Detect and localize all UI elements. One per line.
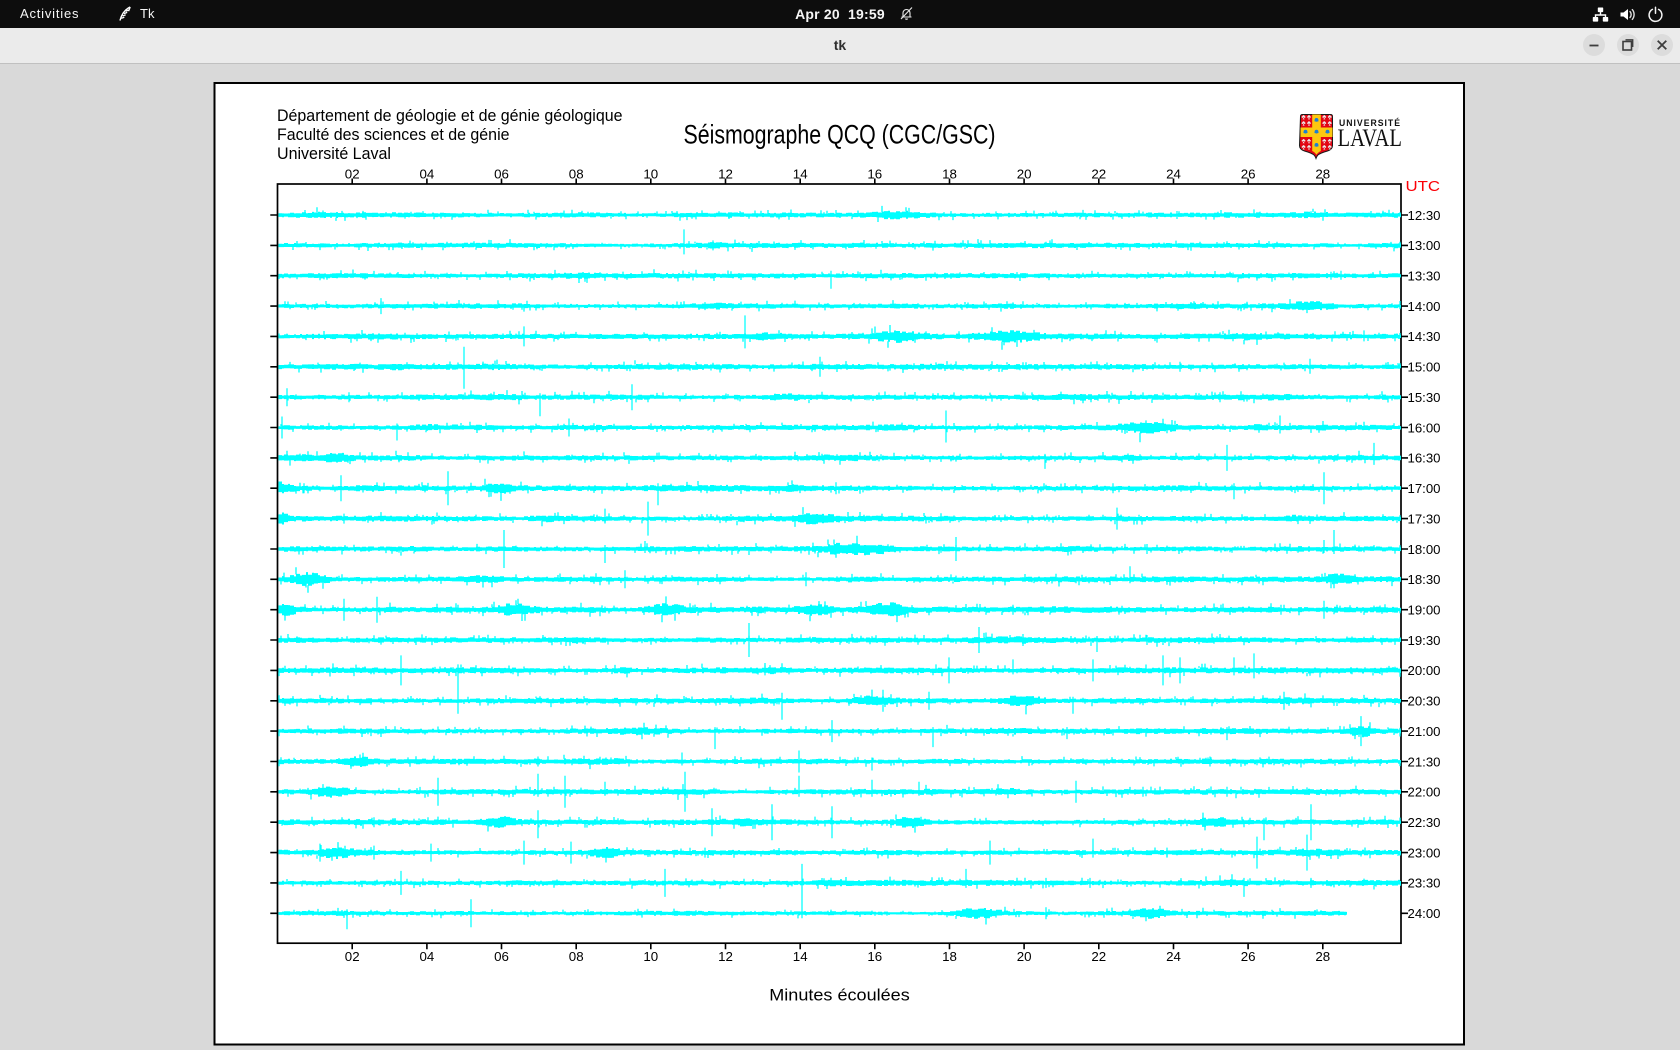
svg-text:15:30: 15:30 bbox=[1408, 390, 1441, 405]
svg-text:18:30: 18:30 bbox=[1408, 572, 1441, 587]
svg-text:23:00: 23:00 bbox=[1408, 845, 1441, 860]
svg-text:16:30: 16:30 bbox=[1408, 451, 1441, 466]
svg-text:Minutes écoulées: Minutes écoulées bbox=[769, 985, 910, 1004]
svg-text:18: 18 bbox=[942, 949, 957, 964]
svg-text:23:30: 23:30 bbox=[1408, 876, 1441, 891]
svg-text:10: 10 bbox=[643, 166, 658, 181]
svg-text:24: 24 bbox=[1166, 949, 1181, 964]
svg-text:16: 16 bbox=[867, 166, 882, 181]
svg-text:Faculté des sciences et de gén: Faculté des sciences et de génie bbox=[277, 125, 510, 144]
svg-text:14:30: 14:30 bbox=[1408, 329, 1441, 344]
svg-text:16:00: 16:00 bbox=[1408, 420, 1441, 435]
svg-text:24: 24 bbox=[1166, 166, 1181, 181]
svg-text:18:00: 18:00 bbox=[1408, 542, 1441, 557]
svg-text:13:00: 13:00 bbox=[1408, 238, 1441, 253]
svg-text:20: 20 bbox=[1017, 949, 1032, 964]
svg-text:22:30: 22:30 bbox=[1408, 815, 1441, 830]
svg-text:13:30: 13:30 bbox=[1408, 269, 1441, 284]
svg-text:02: 02 bbox=[345, 949, 360, 964]
svg-text:08: 08 bbox=[569, 949, 584, 964]
svg-text:Département de géologie et de: Département de géologie et de génie géol… bbox=[277, 106, 623, 125]
svg-text:14: 14 bbox=[793, 949, 808, 964]
svg-text:26: 26 bbox=[1241, 949, 1256, 964]
svg-text:21:00: 21:00 bbox=[1408, 724, 1441, 739]
svg-text:12: 12 bbox=[718, 166, 733, 181]
svg-text:06: 06 bbox=[494, 949, 509, 964]
svg-text:04: 04 bbox=[420, 166, 435, 181]
svg-text:04: 04 bbox=[420, 949, 435, 964]
svg-text:24:00: 24:00 bbox=[1408, 906, 1441, 921]
svg-text:22: 22 bbox=[1091, 166, 1106, 181]
svg-text:Université Laval: Université Laval bbox=[277, 144, 391, 163]
svg-text:28: 28 bbox=[1315, 166, 1330, 181]
svg-text:28: 28 bbox=[1315, 949, 1330, 964]
svg-text:21:30: 21:30 bbox=[1408, 754, 1441, 769]
svg-text:12:30: 12:30 bbox=[1408, 208, 1441, 223]
svg-text:02: 02 bbox=[345, 166, 360, 181]
svg-text:22:00: 22:00 bbox=[1408, 785, 1441, 800]
svg-text:22: 22 bbox=[1091, 949, 1106, 964]
svg-text:12: 12 bbox=[718, 949, 733, 964]
svg-text:10: 10 bbox=[643, 949, 658, 964]
svg-text:15:00: 15:00 bbox=[1408, 360, 1441, 375]
svg-text:UTC: UTC bbox=[1406, 178, 1441, 195]
svg-text:LAVAL: LAVAL bbox=[1338, 125, 1403, 152]
svg-text:17:00: 17:00 bbox=[1408, 481, 1441, 496]
svg-text:16: 16 bbox=[867, 949, 882, 964]
svg-text:08: 08 bbox=[569, 166, 584, 181]
svg-text:20:00: 20:00 bbox=[1408, 663, 1441, 678]
svg-text:Séismographe QCQ (CGC/GSC): Séismographe QCQ (CGC/GSC) bbox=[684, 120, 996, 150]
svg-text:19:00: 19:00 bbox=[1408, 603, 1441, 618]
svg-text:20:30: 20:30 bbox=[1408, 694, 1441, 709]
svg-text:14: 14 bbox=[793, 166, 808, 181]
svg-text:19:30: 19:30 bbox=[1408, 633, 1441, 648]
svg-text:06: 06 bbox=[494, 166, 509, 181]
svg-text:14:00: 14:00 bbox=[1408, 299, 1441, 314]
svg-text:26: 26 bbox=[1241, 166, 1256, 181]
svg-text:17:30: 17:30 bbox=[1408, 511, 1441, 526]
svg-text:20: 20 bbox=[1017, 166, 1032, 181]
svg-text:18: 18 bbox=[942, 166, 957, 181]
